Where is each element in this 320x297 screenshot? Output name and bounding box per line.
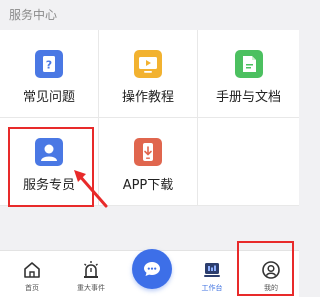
chat-bubble-icon (144, 262, 160, 276)
service-item-manual[interactable]: 手册与文档 (198, 30, 299, 118)
tab-major-events[interactable]: 重大事件 (61, 251, 121, 297)
chat-fab-button[interactable] (132, 249, 172, 289)
home-icon (22, 260, 42, 280)
tab-workbench[interactable]: 工作台 (182, 251, 242, 297)
annotation-arrow-icon (74, 170, 108, 208)
tab-home[interactable]: 首页 (2, 251, 62, 297)
service-item-tutorial[interactable]: 操作教程 (99, 30, 198, 118)
service-item-label: 常见问题 (22, 90, 75, 105)
manual-document-icon (234, 50, 263, 78)
workbench-icon (202, 260, 222, 280)
app-download-icon (134, 138, 162, 166)
section-title: 服务中心 (9, 8, 58, 22)
service-item-empty (198, 118, 299, 206)
highlight-box-tab-mine (237, 241, 294, 296)
service-item-label: 手册与文档 (215, 90, 281, 105)
tab-label: 工作台 (201, 284, 223, 292)
tab-label: 首页 (25, 284, 39, 292)
question-doc-icon: ? (35, 50, 63, 78)
tab-label: 重大事件 (77, 284, 105, 292)
service-item-label: 操作教程 (121, 90, 174, 105)
svg-text:?: ? (46, 59, 52, 72)
service-center-header: 服务中心 (0, 0, 299, 30)
service-item-faq[interactable]: ? 常见问题 (0, 30, 99, 118)
video-tutorial-icon (134, 50, 162, 78)
alert-event-icon (81, 260, 101, 280)
